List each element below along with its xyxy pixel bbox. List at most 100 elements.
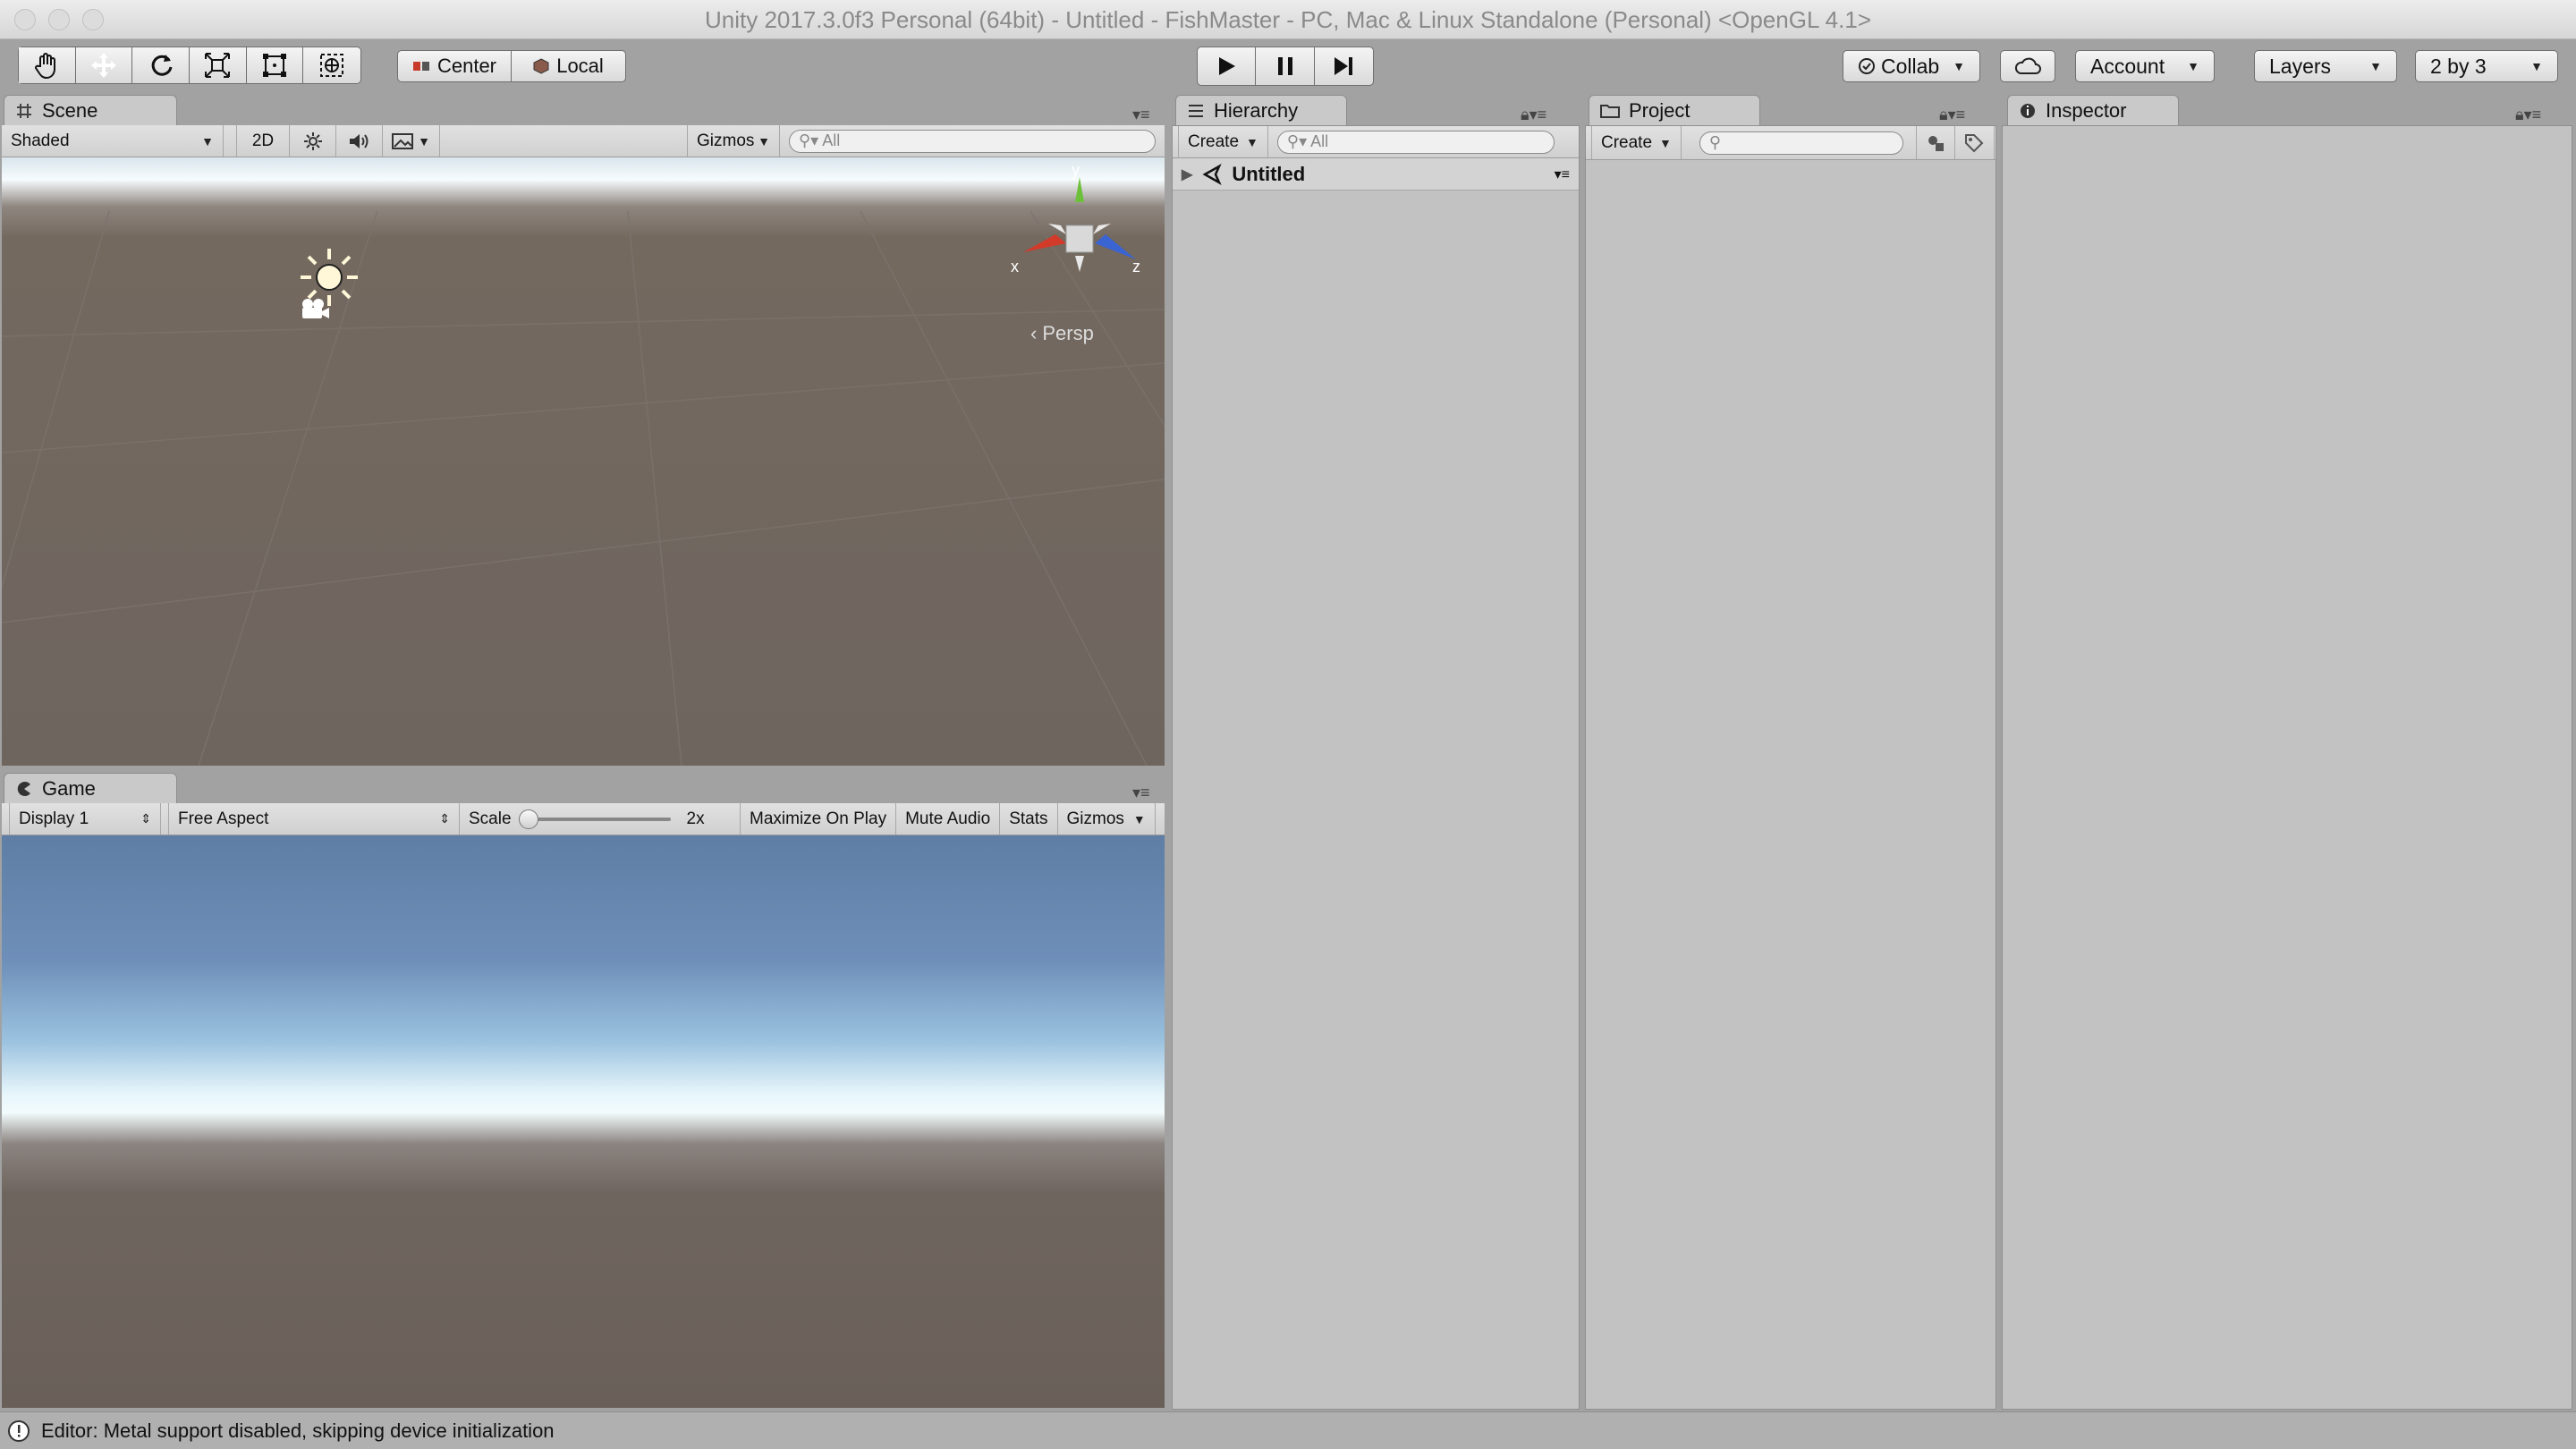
scale-value: 2x xyxy=(686,809,705,828)
scale-label: Scale xyxy=(469,809,512,828)
tab-inspector[interactable]: Inspector xyxy=(2007,95,2179,125)
pivot-icon xyxy=(412,62,429,71)
hierarchy-search-placeholder: All xyxy=(1310,132,1329,150)
mode-2d-toggle[interactable]: 2D xyxy=(236,125,290,157)
scale-tool-button[interactable] xyxy=(190,47,247,83)
rect-icon xyxy=(263,54,287,77)
pivot-toggle-group: Center Local xyxy=(397,50,626,82)
tab-project-label: Project xyxy=(1629,98,1690,122)
inspector-lock-icon[interactable]: 🔒︎▾≡ xyxy=(2515,106,2541,124)
scene-name-label: Untitled xyxy=(1232,162,1306,185)
shading-mode-dropdown[interactable]: Shaded ▼ xyxy=(2,125,224,157)
scene-lighting-toggle[interactable] xyxy=(290,125,336,157)
tab-scene-label: Scene xyxy=(42,98,98,122)
scale-slider[interactable] xyxy=(518,809,671,829)
search-icon: ⚲ xyxy=(1708,133,1722,151)
scene-orientation-gizmo[interactable] xyxy=(1002,170,1154,304)
search-by-label-button[interactable] xyxy=(1955,126,1995,159)
transform-tool-button[interactable] xyxy=(303,47,360,83)
pause-button[interactable] xyxy=(1256,47,1315,85)
move-icon xyxy=(91,53,116,78)
aspect-label: Free Aspect xyxy=(178,809,269,828)
scene-gizmos-label: Gizmos xyxy=(697,131,755,150)
pivot-local-label: Local xyxy=(556,55,604,77)
status-bar[interactable]: Editor: Metal support disabled, skipping… xyxy=(0,1411,2576,1449)
hierarchy-create-dropdown[interactable]: Create ▼ xyxy=(1178,126,1268,157)
game-gizmos-dropdown[interactable]: Gizmos ▼ xyxy=(1058,803,1156,835)
chevron-left-icon: ‹ xyxy=(1030,322,1038,344)
hierarchy-scene-row[interactable]: ▶ Untitled ▾≡ xyxy=(1173,158,1579,191)
move-tool-button[interactable] xyxy=(76,47,133,83)
project-search-input[interactable]: ⚲ xyxy=(1699,131,1903,155)
x-axis-label: x xyxy=(1011,258,1019,275)
x-axis-cone xyxy=(1023,234,1066,252)
collab-dropdown[interactable]: Collab ▼ xyxy=(1843,50,1980,82)
rect-tool-button[interactable] xyxy=(247,47,304,83)
list-icon xyxy=(1189,104,1203,117)
stats-label: Stats xyxy=(1009,809,1048,828)
transform-icon xyxy=(320,54,344,77)
hierarchy-lock-icon[interactable]: 🔒︎▾≡ xyxy=(1521,106,1546,124)
account-label: Account xyxy=(2090,54,2165,78)
account-dropdown[interactable]: Account ▼ xyxy=(2075,50,2215,82)
tab-hierarchy[interactable]: Hierarchy xyxy=(1175,95,1347,125)
project-panel: Create ▼ ⚲ xyxy=(1585,125,1996,1410)
rotate-icon xyxy=(151,55,173,76)
mute-audio-toggle[interactable]: Mute Audio xyxy=(896,803,1001,835)
scene-toolbar: Shaded ▼ 2D ▼ Gizmos ▼ ⚲▾ All xyxy=(2,125,1165,157)
chevron-down-icon: ▼ xyxy=(758,133,770,148)
game-panel-menu-icon[interactable]: ▾≡ xyxy=(1132,784,1150,802)
expand-arrow-icon[interactable]: ▶ xyxy=(1182,165,1192,183)
window-title: Unity 2017.3.0f3 Personal (64bit) - Unti… xyxy=(704,6,1871,33)
stats-toggle[interactable]: Stats xyxy=(1000,803,1058,835)
status-message: Editor: Metal support disabled, skipping… xyxy=(41,1419,555,1442)
projection-toggle[interactable]: ‹ Persp xyxy=(1030,322,1094,345)
scene-audio-toggle[interactable] xyxy=(336,125,383,157)
project-create-dropdown[interactable]: Create ▼ xyxy=(1591,126,1682,159)
rotate-tool-button[interactable] xyxy=(132,47,191,83)
play-button[interactable] xyxy=(1198,47,1257,85)
warning-icon xyxy=(8,1419,30,1442)
game-view[interactable] xyxy=(2,835,1165,1408)
scene-panel-menu-icon[interactable]: ▾≡ xyxy=(1132,106,1150,124)
step-icon xyxy=(1335,57,1353,75)
pivot-center-label: Center xyxy=(436,55,497,77)
tab-game[interactable]: Game xyxy=(4,773,177,803)
projection-label: Persp xyxy=(1042,322,1094,344)
tab-game-label: Game xyxy=(42,776,96,800)
maximize-on-play-toggle[interactable]: Maximize On Play xyxy=(741,803,897,835)
tab-hierarchy-label: Hierarchy xyxy=(1214,98,1299,122)
chevron-down-icon: ▼ xyxy=(201,133,214,148)
scene-search-input[interactable]: ⚲▾ All xyxy=(789,129,1156,153)
cloud-icon xyxy=(2014,57,2041,74)
panel-splitter[interactable] xyxy=(1165,95,1170,1411)
hierarchy-search-input[interactable]: ⚲▾ All xyxy=(1276,130,1555,154)
scene-view[interactable]: y x z ‹ Persp xyxy=(2,157,1165,766)
layout-dropdown[interactable]: 2 by 3 ▼ xyxy=(2415,50,2558,82)
cloud-button[interactable] xyxy=(2000,50,2055,82)
scene-gizmos-dropdown[interactable]: Gizmos ▼ xyxy=(687,125,780,157)
folder-icon xyxy=(1600,104,1620,118)
pivot-center-button[interactable]: Center xyxy=(398,51,512,81)
tab-scene[interactable]: Scene xyxy=(4,95,177,125)
scene-effects-dropdown[interactable]: ▼ xyxy=(383,125,440,157)
play-icon xyxy=(1219,57,1236,75)
maximize-on-play-label: Maximize On Play xyxy=(750,809,887,828)
search-icon: ⚲▾ xyxy=(1286,132,1308,150)
layout-label: 2 by 3 xyxy=(2430,54,2487,78)
scale-slider-handle[interactable] xyxy=(518,809,538,829)
search-by-type-button[interactable] xyxy=(1915,126,1955,159)
camera-icon[interactable] xyxy=(297,295,331,324)
pivot-local-button[interactable]: Local xyxy=(512,51,625,81)
tab-project[interactable]: Project xyxy=(1589,95,1760,125)
hand-tool-button[interactable] xyxy=(19,47,76,83)
mode-2d-label: 2D xyxy=(251,131,275,150)
project-create-label: Create xyxy=(1601,132,1653,152)
project-lock-icon[interactable]: 🔒︎▾≡ xyxy=(1939,106,1965,124)
aspect-dropdown[interactable]: Free Aspect ⇕ xyxy=(168,803,460,835)
scene-row-menu-icon[interactable]: ▾≡ xyxy=(1555,165,1570,183)
step-button[interactable] xyxy=(1315,47,1373,85)
hierarchy-create-label: Create xyxy=(1188,131,1240,151)
layers-dropdown[interactable]: Layers ▼ xyxy=(2254,50,2397,82)
display-dropdown[interactable]: Display 1 ⇕ xyxy=(9,803,161,835)
